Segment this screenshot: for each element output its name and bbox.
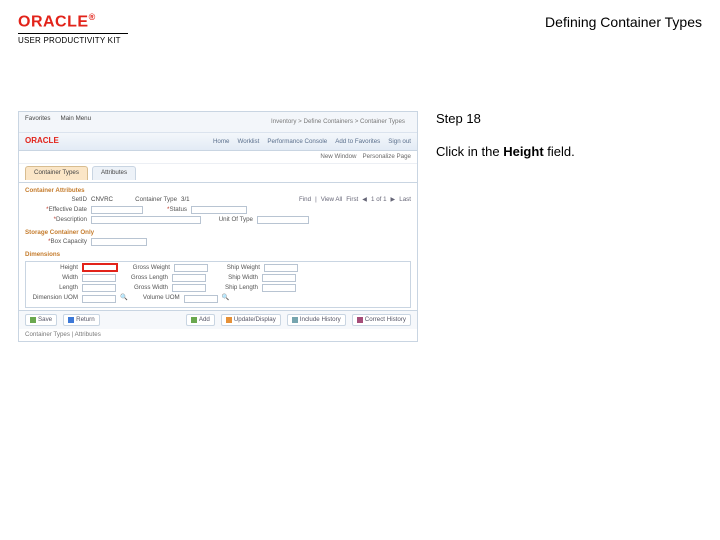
app-oracle-logo: ORACLE <box>25 136 59 146</box>
label-type: Container Type <box>117 196 177 204</box>
pager-find[interactable]: Find <box>299 196 311 204</box>
history-icon <box>292 317 298 323</box>
pager-range: 1 of 1 <box>371 196 386 204</box>
input-desc[interactable] <box>91 216 201 224</box>
label-shipweight: Ship Weight <box>212 264 260 272</box>
label-grosslength: Gross Length <box>120 274 168 282</box>
nav-worklist[interactable]: Worklist <box>237 138 259 146</box>
label-voluom: Volume UOM <box>132 294 180 302</box>
label-effdate: Effective Date <box>25 206 87 214</box>
section-storage: Storage Container Only <box>19 225 417 237</box>
input-effdate[interactable] <box>91 206 143 214</box>
nav-fav[interactable]: Add to Favorites <box>335 138 380 146</box>
label-box: Box Capacity <box>25 238 87 246</box>
value-type: 3/1 <box>181 196 190 204</box>
input-grossweight[interactable] <box>174 264 208 272</box>
label-length: Length <box>30 284 78 292</box>
input-grosswidth[interactable] <box>172 284 206 292</box>
label-unittype: Unit Of Type <box>205 216 253 224</box>
save-button[interactable]: Save <box>25 314 57 326</box>
oracle-logo: ORACLE® <box>18 12 128 31</box>
step-label: Step 18 <box>436 111 575 126</box>
lookup-icon[interactable]: 🔍 <box>222 294 230 302</box>
label-height: Height <box>30 264 78 272</box>
label-shipwidth: Ship Width <box>210 274 258 282</box>
update-button[interactable]: Update/Display <box>221 314 281 326</box>
correct-button[interactable]: Correct History <box>352 314 411 326</box>
label-shiplength: Ship Length <box>210 284 258 292</box>
instruction-text: Click in the Height field. <box>436 144 575 159</box>
input-width[interactable] <box>82 274 116 282</box>
input-grosslength[interactable] <box>172 274 206 282</box>
lookup-icon[interactable]: 🔍 <box>120 294 128 302</box>
input-dimuom[interactable] <box>82 295 116 303</box>
status-line: Container Types | Attributes <box>19 329 417 341</box>
select-box[interactable] <box>91 238 147 246</box>
page-title: Defining Container Types <box>545 12 702 30</box>
update-icon <box>226 317 232 323</box>
input-shipweight[interactable] <box>264 264 298 272</box>
pager-viewall[interactable]: View All <box>321 196 343 204</box>
app-screenshot: Favorites Main Menu Inventory > Define C… <box>18 111 418 341</box>
link-new-window[interactable]: New Window <box>320 153 356 161</box>
label-setid: SetID <box>25 196 87 204</box>
input-length[interactable] <box>82 284 116 292</box>
breadcrumb: Inventory > Define Containers > Containe… <box>265 115 411 129</box>
tab-attributes[interactable]: Attributes <box>92 166 136 180</box>
input-shipwidth[interactable] <box>262 274 296 282</box>
label-desc: Description <box>25 216 87 224</box>
return-icon <box>68 317 74 323</box>
input-shiplength[interactable] <box>262 284 296 292</box>
product-name: USER PRODUCTIVITY KIT <box>18 36 128 45</box>
plus-icon <box>191 317 197 323</box>
value-setid: CNVRC <box>91 196 113 204</box>
input-voluom[interactable] <box>184 295 218 303</box>
section-dimensions: Dimensions <box>19 247 417 259</box>
label-status: Status <box>147 206 187 214</box>
select-status[interactable] <box>191 206 247 214</box>
label-grosswidth: Gross Width <box>120 284 168 292</box>
nav-signout[interactable]: Sign out <box>388 138 411 146</box>
tab-container-types[interactable]: Container Types <box>25 166 88 180</box>
label-grossweight: Gross Weight <box>122 264 170 272</box>
label-width: Width <box>30 274 78 282</box>
menu-main[interactable]: Main Menu <box>60 115 91 129</box>
save-icon <box>30 317 36 323</box>
nav-perf[interactable]: Performance Console <box>267 138 327 146</box>
pager-last[interactable]: Last <box>399 196 411 204</box>
link-personalize[interactable]: Personalize Page <box>363 153 412 161</box>
label-dimuom: Dimension UOM <box>30 294 78 302</box>
section-attributes: Container Attributes <box>19 183 417 195</box>
pager-first[interactable]: First <box>346 196 358 204</box>
input-height[interactable] <box>82 263 118 272</box>
correct-icon <box>357 317 363 323</box>
include-button[interactable]: Include History <box>287 314 346 326</box>
add-button[interactable]: Add <box>186 314 215 326</box>
nav-home[interactable]: Home <box>213 138 230 146</box>
menu-favorites[interactable]: Favorites <box>25 115 50 129</box>
input-unittype[interactable] <box>257 216 309 224</box>
return-button[interactable]: Return <box>63 314 100 326</box>
